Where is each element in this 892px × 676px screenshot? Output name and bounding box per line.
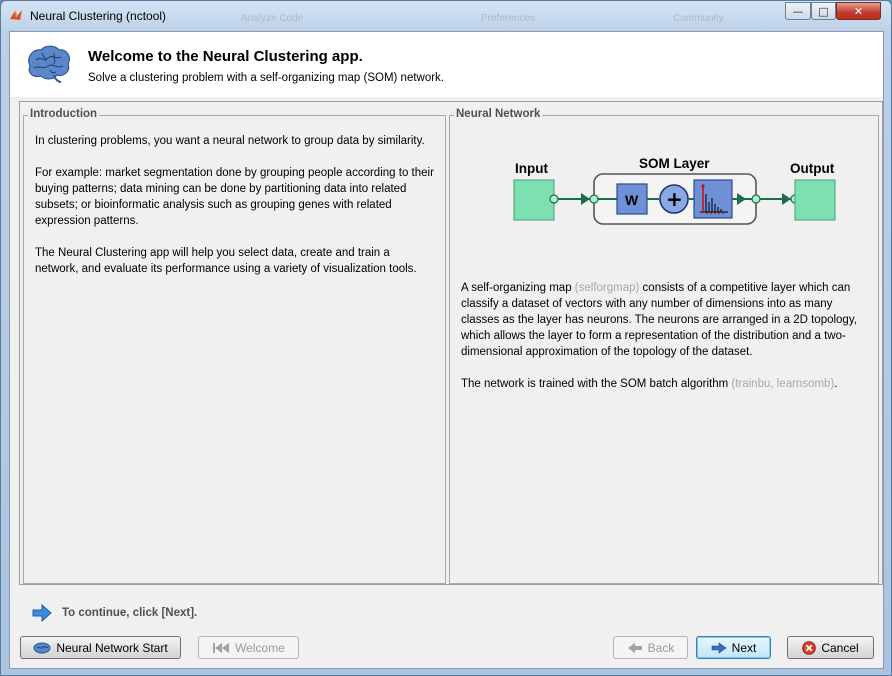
next-label: Next <box>731 640 757 655</box>
back-label: Back <box>647 640 675 655</box>
arrow-head <box>581 193 590 205</box>
cancel-button[interactable]: Cancel <box>787 636 874 659</box>
neural-network-panel: Neural Network Input SOM Layer Output W … <box>449 108 879 584</box>
network-paragraph-text: . <box>834 378 838 390</box>
arrow-right-icon <box>32 604 52 622</box>
introduction-text: In clustering problems, you want a neura… <box>35 133 435 293</box>
neural-network-start-label: Neural Network Start <box>56 640 168 655</box>
rewind-icon <box>213 642 230 653</box>
introduction-panel: Introduction In clustering problems, you… <box>23 108 446 584</box>
welcome-button[interactable]: Welcome <box>198 636 299 659</box>
client-area: Welcome to the Neural Clustering app. So… <box>9 31 884 669</box>
maximize-button[interactable]: □ <box>811 2 836 20</box>
network-paragraph-text: A self-organizing map <box>461 282 575 294</box>
app-window: Neural Clustering (nctool) Analyze Code … <box>0 0 892 676</box>
title-bar[interactable]: Neural Clustering (nctool) Analyze Code … <box>1 1 891 31</box>
arrow-head <box>782 193 791 205</box>
input-box <box>513 179 555 221</box>
introduction-paragraph: For example: market segmentation done by… <box>35 167 434 227</box>
continue-hint: To continue, click [Next]. <box>62 607 198 619</box>
ghost-tab: Community <box>673 13 724 24</box>
diagram-output-label: Output <box>790 161 835 176</box>
welcome-label: Welcome <box>235 640 285 655</box>
connector-node <box>549 194 559 204</box>
network-description: A self-organizing map (selforgmap) consi… <box>461 280 861 408</box>
network-paragraph: The network is trained with the SOM batc… <box>461 376 861 392</box>
network-paragraph-text: The network is trained with the SOM batc… <box>461 378 732 390</box>
arrow-left-icon <box>627 642 642 653</box>
brain-icon <box>28 45 71 83</box>
header-banner: Welcome to the Neural Clustering app. So… <box>10 32 883 97</box>
diagram-layer-label: SOM Layer <box>639 156 710 171</box>
introduction-paragraph: In clustering problems, you want a neura… <box>35 135 425 147</box>
neural-network-panel-title: Neural Network <box>454 108 543 120</box>
ghost-tab: Preferences <box>481 13 535 24</box>
close-button[interactable]: ✕ <box>836 2 881 20</box>
matlab-icon <box>10 10 22 20</box>
back-button[interactable]: Back <box>613 636 688 659</box>
page-title: Welcome to the Neural Clustering app. <box>88 48 363 65</box>
weight-label: W <box>625 192 639 208</box>
introduction-paragraph: The Neural Clustering app will help you … <box>35 247 417 275</box>
next-button[interactable]: Next <box>696 636 771 659</box>
selforgmap-link[interactable]: (selforgmap) <box>575 282 640 294</box>
introduction-panel-title: Introduction <box>28 108 100 120</box>
ghost-tab: Analyze Code <box>241 13 304 24</box>
network-diagram: Input SOM Layer Output W + <box>513 156 836 225</box>
sum-symbol: + <box>666 187 683 211</box>
connector-node <box>589 194 599 204</box>
training-functions-link[interactable]: (trainbu, learnsomb) <box>731 378 834 390</box>
neural-network-start-button[interactable]: Neural Network Start <box>20 636 181 659</box>
brain-icon <box>33 642 51 653</box>
output-box <box>794 179 836 221</box>
diagram-input-label: Input <box>515 161 548 176</box>
window-title: Neural Clustering (nctool) <box>30 9 167 23</box>
minimize-button[interactable]: — <box>785 2 811 20</box>
connector-node <box>751 194 761 204</box>
cancel-label: Cancel <box>821 640 859 655</box>
arrow-right-icon <box>711 641 727 654</box>
page-subtitle: Solve a clustering problem with a self-o… <box>88 72 445 84</box>
cancel-icon <box>802 640 817 655</box>
network-paragraph: A self-organizing map (selforgmap) consi… <box>461 280 861 360</box>
